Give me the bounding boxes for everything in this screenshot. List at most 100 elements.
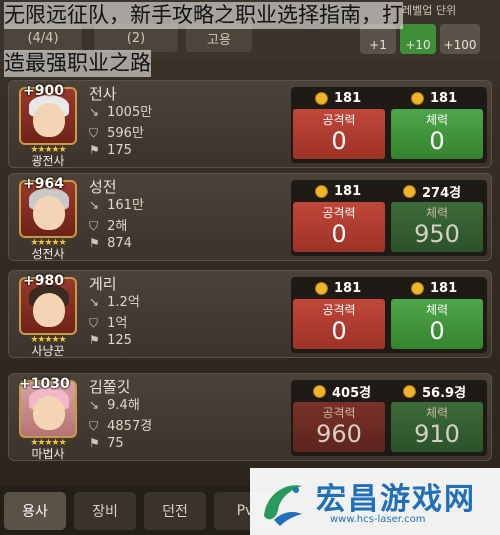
watermark-logo-icon bbox=[264, 485, 302, 526]
hp-upgrade-value: 910 bbox=[414, 420, 460, 448]
attack-cost-value: 181 bbox=[334, 90, 362, 106]
hp-upgrade-value: 0 bbox=[429, 127, 445, 155]
coin-icon bbox=[403, 184, 416, 198]
hero-defense-stat: ⛉ 596만 bbox=[89, 122, 144, 141]
hp-label: 체력 bbox=[425, 303, 449, 317]
hero-attack-value: 1.2억 bbox=[107, 295, 140, 310]
watermark: 宏昌游戏网 www.hcs-laser.com bbox=[250, 468, 500, 535]
hp-upgrade-value: 950 bbox=[414, 220, 460, 248]
hero-attack-stat: ↘ 161만 bbox=[89, 194, 144, 213]
tab-heroes[interactable]: 용사 bbox=[4, 492, 66, 530]
shield-icon: ⛉ bbox=[89, 126, 99, 140]
levelup-unit-label: 레벨업 단위 bbox=[402, 4, 457, 17]
shield-icon: ⛉ bbox=[89, 419, 99, 433]
watermark-url: www.hcs-laser.com bbox=[330, 514, 426, 525]
hire-label: 고용 bbox=[207, 32, 231, 48]
tab-dungeon-label: 던전 bbox=[162, 504, 188, 520]
hp-upgrade-button[interactable]: 체력 0 bbox=[391, 299, 483, 349]
shield-icon: ⛉ bbox=[89, 219, 99, 233]
hero-defense-value: 4857경 bbox=[107, 419, 153, 434]
hp-upgrade-button[interactable]: 체력 0 bbox=[391, 109, 483, 159]
attack-upgrade-value: 0 bbox=[331, 220, 347, 248]
upgrade-panel: 181 274경 공격력 0 체력 950 bbox=[291, 180, 487, 256]
hero-defense-stat: ⛉ 1억 bbox=[89, 312, 127, 331]
hero-defense-value: 2해 bbox=[107, 219, 128, 234]
attack-cost-value: 181 bbox=[334, 183, 362, 199]
coin-icon bbox=[411, 91, 424, 105]
attack-upgrade-button[interactable]: 공격력 0 bbox=[293, 202, 385, 252]
coin-icon bbox=[403, 384, 416, 398]
hp-label: 체력 bbox=[425, 406, 449, 420]
sword-icon: ↘ bbox=[89, 198, 100, 212]
hp-label: 체력 bbox=[425, 113, 449, 127]
flag-icon: ⚑ bbox=[89, 333, 100, 347]
hero-defense-stat: ⛉ 4857경 bbox=[89, 415, 152, 434]
attack-cost: 181 bbox=[315, 182, 361, 200]
upgrade-panel: 181 181 공격력 0 체력 0 bbox=[291, 87, 487, 163]
attack-upgrade-button[interactable]: 공격력 960 bbox=[293, 402, 385, 452]
hero-flag-value: 75 bbox=[107, 436, 124, 451]
attack-label: 공격력 bbox=[322, 113, 356, 127]
attack-cost: 181 bbox=[315, 279, 361, 297]
hp-upgrade-value: 0 bbox=[429, 317, 445, 345]
hero-row[interactable]: +964 ★★★★★ 성전사 성전 ↘ 161만 ⛉ 2해 ⚑ 874 181 … bbox=[8, 173, 492, 261]
increment-100-label: +100 bbox=[443, 38, 477, 52]
attack-cost-value: 181 bbox=[334, 280, 362, 296]
hero-face bbox=[33, 196, 65, 230]
hero-flag-stat: ⚑ 75 bbox=[89, 436, 124, 451]
flag-icon: ⚑ bbox=[89, 236, 100, 250]
party-count-label: (4/4) bbox=[27, 30, 59, 46]
hero-job: 광전사 bbox=[31, 154, 65, 168]
attack-upgrade-button[interactable]: 공격력 0 bbox=[293, 109, 385, 159]
hero-flag-value: 125 bbox=[107, 333, 132, 348]
coin-icon bbox=[315, 91, 328, 105]
increment-100-button[interactable]: +100 bbox=[440, 24, 480, 54]
increment-10-label: +10 bbox=[405, 38, 431, 52]
game-screen: (4/4) (2) 고용 레벨업 단위 +1 +10 +100 +900 ★★★… bbox=[0, 0, 500, 535]
sword-icon: ↘ bbox=[89, 398, 100, 412]
hp-cost-value: 181 bbox=[430, 280, 458, 296]
tab-heroes-label: 용사 bbox=[22, 504, 48, 520]
hero-job: 성전사 bbox=[31, 247, 65, 261]
hero-face bbox=[33, 293, 65, 327]
hp-cost-value: 274경 bbox=[422, 185, 462, 201]
hp-cost-value: 181 bbox=[430, 90, 458, 106]
hp-cost: 56.9경 bbox=[403, 382, 467, 401]
hero-attack-value: 1005만 bbox=[107, 105, 153, 120]
hero-attack-stat: ↘ 1.2억 bbox=[89, 291, 140, 310]
coin-icon bbox=[315, 281, 328, 295]
hero-flag-value: 874 bbox=[107, 236, 132, 251]
tab-dungeon[interactable]: 던전 bbox=[144, 492, 206, 530]
tab-equipment-label: 장비 bbox=[92, 504, 118, 520]
party-tab-label: (2) bbox=[126, 30, 146, 46]
hero-row[interactable]: +900 ★★★★★ 광전사 전사 ↘ 1005만 ⛉ 596만 ⚑ 175 1… bbox=[8, 80, 492, 168]
hero-level: +980 bbox=[23, 273, 64, 289]
hero-attack-value: 161만 bbox=[107, 198, 144, 213]
hero-defense-stat: ⛉ 2해 bbox=[89, 215, 127, 234]
attack-label: 공격력 bbox=[322, 206, 356, 220]
attack-upgrade-button[interactable]: 공격력 0 bbox=[293, 299, 385, 349]
coin-icon bbox=[315, 184, 328, 198]
hero-row[interactable]: +1030 ★★★★★ 마법사 김쫄깃 ↘ 9.4해 ⛉ 4857경 ⚑ 75 … bbox=[8, 373, 492, 461]
increment-10-button[interactable]: +10 bbox=[400, 24, 436, 54]
attack-label: 공격력 bbox=[322, 303, 356, 317]
attack-cost: 405경 bbox=[313, 382, 372, 401]
hp-cost: 181 bbox=[411, 89, 457, 107]
watermark-brand: 宏昌游戏网 bbox=[316, 482, 476, 517]
attack-cost: 181 bbox=[315, 89, 361, 107]
sword-icon: ↘ bbox=[89, 105, 100, 119]
hp-cost-value: 56.9경 bbox=[422, 385, 467, 401]
hero-job: 사냥꾼 bbox=[31, 344, 65, 358]
sword-icon: ↘ bbox=[89, 295, 100, 309]
attack-upgrade-value: 0 bbox=[331, 127, 347, 155]
tab-equipment[interactable]: 장비 bbox=[74, 492, 136, 530]
hero-job: 마법사 bbox=[31, 447, 65, 461]
increment-1-label: +1 bbox=[369, 38, 387, 52]
hp-upgrade-button[interactable]: 체력 950 bbox=[391, 202, 483, 252]
attack-cost-value: 405경 bbox=[332, 385, 372, 401]
upgrade-panel: 181 181 공격력 0 체력 0 bbox=[291, 277, 487, 353]
hero-defense-value: 1억 bbox=[107, 316, 128, 331]
hp-upgrade-button[interactable]: 체력 910 bbox=[391, 402, 483, 452]
hero-row[interactable]: +980 ★★★★★ 사냥꾼 게리 ↘ 1.2억 ⛉ 1억 ⚑ 125 181 … bbox=[8, 270, 492, 358]
hero-attack-stat: ↘ 1005만 bbox=[89, 101, 152, 120]
